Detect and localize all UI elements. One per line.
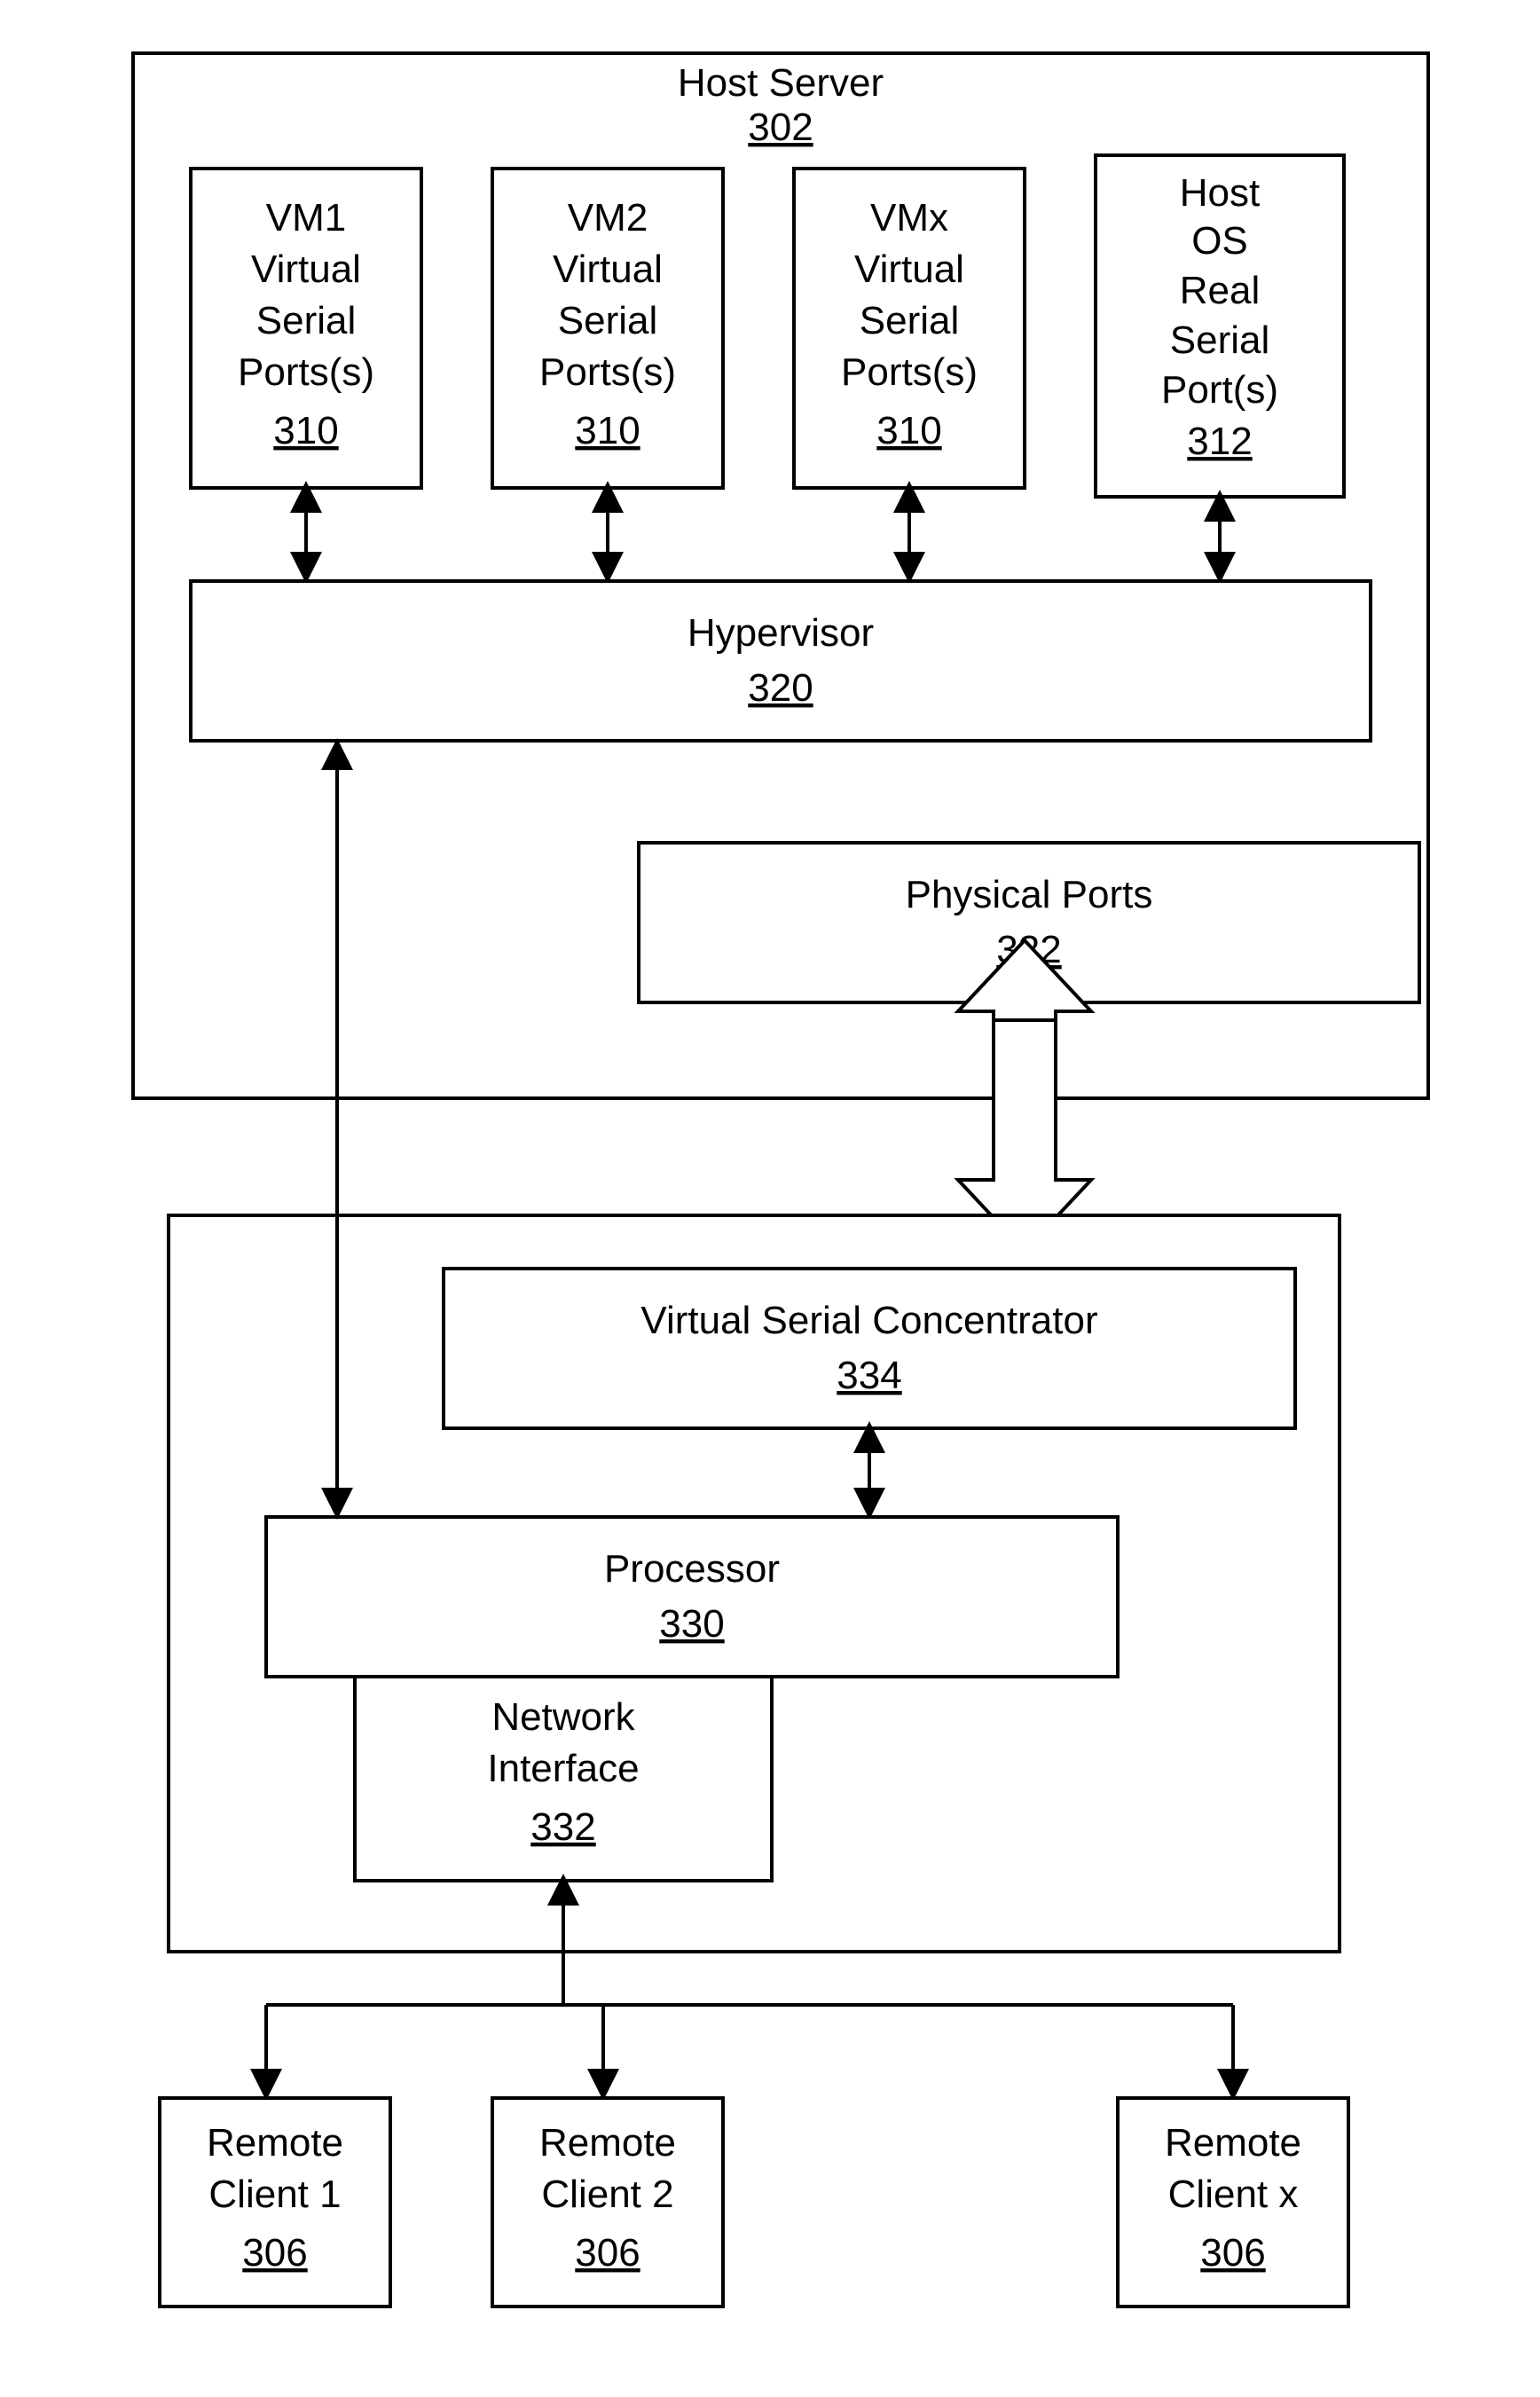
- rcx-id: 306: [1200, 2231, 1265, 2275]
- vm2-l2: Virtual: [553, 248, 663, 291]
- rc2-l2: Client 2: [541, 2173, 673, 2216]
- vm2-id: 310: [575, 409, 640, 452]
- processor-id: 330: [659, 1602, 724, 1646]
- rc2-id: 306: [575, 2231, 640, 2275]
- host-server-title: Host Server: [678, 61, 884, 105]
- hypervisor-box: [191, 581, 1371, 741]
- processor-box: [266, 1517, 1118, 1677]
- vmx-l3: Serial: [860, 299, 960, 342]
- vm1-l2: Virtual: [251, 248, 361, 291]
- vm1-l1: VM1: [266, 196, 346, 240]
- vmx-l4: Ports(s): [841, 350, 978, 394]
- hypervisor-title: Hypervisor: [688, 611, 874, 655]
- rc1-l1: Remote: [207, 2121, 343, 2165]
- vsc-id: 334: [837, 1354, 901, 1397]
- netif-id: 332: [530, 1805, 595, 1849]
- physical-ports-title: Physical Ports: [906, 873, 1153, 916]
- hostos-id: 312: [1187, 420, 1252, 463]
- hypervisor-id: 320: [748, 666, 813, 710]
- rc1-id: 306: [242, 2231, 307, 2275]
- hostos-l5: Port(s): [1161, 368, 1278, 412]
- hostos-l4: Serial: [1170, 318, 1270, 362]
- rc2-l1: Remote: [539, 2121, 676, 2165]
- vm2-l3: Serial: [558, 299, 658, 342]
- rcx-l2: Client x: [1168, 2173, 1299, 2216]
- vmx-l1: VMx: [870, 196, 948, 240]
- hostos-l2: OS: [1191, 219, 1248, 263]
- vm2-l1: VM2: [568, 196, 648, 240]
- host-server-id: 302: [748, 106, 813, 149]
- netif-l1: Network: [491, 1695, 635, 1739]
- vm1-l3: Serial: [256, 299, 357, 342]
- rcx-l1: Remote: [1165, 2121, 1301, 2165]
- vsc-box: [444, 1269, 1295, 1428]
- processor-title: Processor: [604, 1547, 780, 1591]
- rc1-l2: Client 1: [208, 2173, 341, 2216]
- vm1-id: 310: [273, 409, 338, 452]
- hostos-l1: Host: [1180, 171, 1260, 215]
- vm1-l4: Ports(s): [238, 350, 374, 394]
- netif-l2: Interface: [487, 1747, 639, 1790]
- vmx-id: 310: [876, 409, 941, 452]
- vm2-l4: Ports(s): [539, 350, 676, 394]
- vsc-title: Virtual Serial Concentrator: [640, 1299, 1097, 1342]
- diagram-root: Host Server 302 VM1 Virtual Serial Ports…: [0, 0, 1540, 2397]
- hostos-l3: Real: [1180, 269, 1261, 312]
- vmx-l2: Virtual: [854, 248, 964, 291]
